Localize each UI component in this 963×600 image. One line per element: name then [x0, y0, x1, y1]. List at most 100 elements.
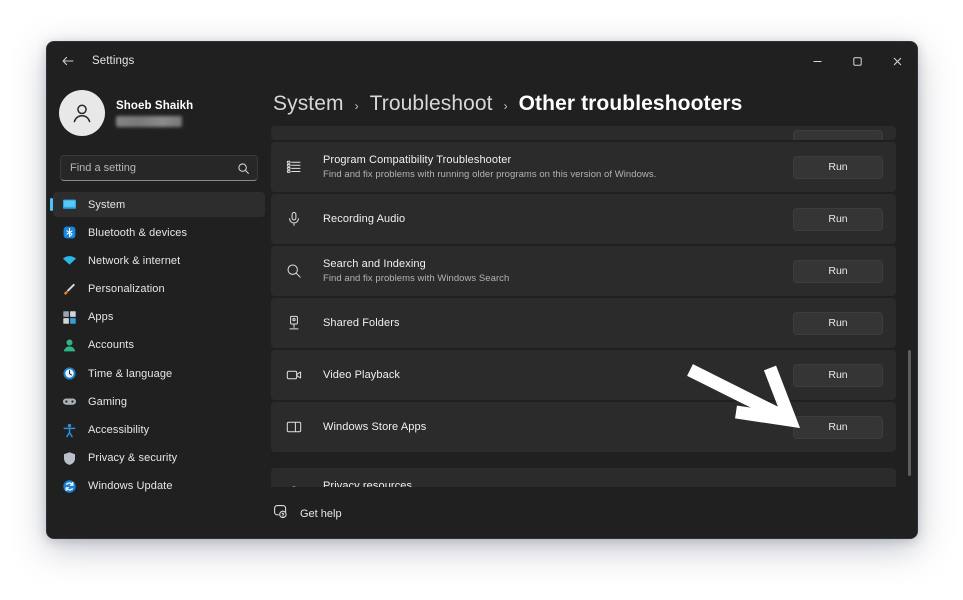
window-title: Settings — [92, 55, 135, 67]
table-row[interactable]: Shared Folders Run — [271, 298, 896, 348]
sidebar: Shoeb Shaikh System — [47, 80, 271, 538]
table-row[interactable]: Windows Store Apps Run — [271, 402, 896, 452]
minimize-icon[interactable] — [797, 43, 837, 80]
monitor-icon — [61, 197, 77, 213]
list-item-partial[interactable] — [271, 126, 896, 140]
settings-window: Settings Shoeb Shaikh Find a setting Sys… — [46, 41, 918, 539]
shield-icon — [285, 485, 302, 487]
row-text: Shared Folders — [323, 317, 793, 329]
sidebar-item-personalization[interactable]: Personalization — [53, 277, 265, 302]
sidebar-item-label: Gaming — [88, 395, 128, 408]
row-subtitle: Find and fix problems with running older… — [323, 169, 657, 180]
scrollbar[interactable] — [908, 126, 911, 487]
partial-row-icon — [285, 126, 302, 140]
maximize-icon[interactable] — [837, 43, 877, 80]
table-row[interactable]: Program Compatibility Troubleshooter Fin… — [271, 142, 896, 192]
sidebar-item-windows-update[interactable]: Windows Update — [53, 474, 265, 499]
row-title: Program Compatibility Troubleshooter — [323, 154, 512, 166]
run-button[interactable]: Run — [793, 311, 883, 335]
table-row[interactable]: Search and Indexing Find and fix problem… — [271, 246, 896, 296]
sidebar-item-gaming[interactable]: Gaming — [53, 389, 265, 414]
chevron-right-icon: › — [503, 99, 508, 113]
scrollbar-thumb[interactable] — [908, 349, 911, 477]
sidebar-item-network-internet[interactable]: Network & internet — [53, 248, 265, 273]
get-help-label: Get help — [300, 508, 342, 520]
sidebar-item-privacy-security[interactable]: Privacy & security — [53, 446, 265, 471]
row-text: Recording Audio — [323, 213, 793, 225]
run-button[interactable]: Run — [793, 259, 883, 283]
help-icon — [273, 504, 288, 524]
sidebar-item-label: System — [88, 198, 126, 211]
sidebar-item-label: Bluetooth & devices — [88, 226, 188, 239]
sidebar-item-accessibility[interactable]: Accessibility — [53, 418, 265, 443]
sidebar-item-time-language[interactable]: Time & language — [53, 361, 265, 386]
row-subtitle: Find and fix problems with Windows Searc… — [323, 273, 510, 284]
person-icon — [61, 337, 77, 353]
sidebar-nav: System Bluetooth & devices Network & int… — [47, 192, 271, 502]
clock-icon — [61, 366, 77, 382]
video-camera-icon — [285, 367, 302, 384]
row-title: Windows Store Apps — [323, 421, 427, 433]
row-title: Shared Folders — [323, 317, 400, 329]
breadcrumb: System › Troubleshoot › Other troublesho… — [271, 80, 917, 126]
close-icon[interactable] — [877, 43, 917, 80]
sidebar-item-apps[interactable]: Apps — [53, 305, 265, 330]
back-button[interactable] — [54, 47, 82, 75]
profile-text: Shoeb Shaikh — [116, 100, 193, 127]
row-title: Search and Indexing — [323, 258, 426, 270]
window-body: Shoeb Shaikh System — [47, 80, 917, 538]
paintbrush-icon — [61, 281, 77, 297]
avatar — [59, 90, 105, 136]
magnifier-icon — [285, 263, 302, 280]
wifi-icon — [61, 253, 77, 269]
sidebar-item-label: Apps — [88, 311, 114, 324]
table-row[interactable]: Video Playback Run — [271, 350, 896, 400]
run-button[interactable]: Run — [793, 415, 883, 439]
sidebar-item-label: Personalization — [88, 283, 165, 296]
sidebar-item-bluetooth-devices[interactable]: Bluetooth & devices — [53, 220, 265, 245]
sidebar-item-label: Accounts — [88, 339, 135, 352]
bluetooth-icon — [61, 225, 77, 241]
gamepad-icon — [61, 394, 77, 410]
row-text: Program Compatibility Troubleshooter Fin… — [323, 154, 793, 180]
chevron-right-icon: › — [354, 99, 359, 113]
sidebar-item-system[interactable]: System — [50, 192, 265, 217]
search-icon — [237, 162, 250, 175]
apps-icon — [61, 309, 77, 325]
sidebar-item-label: Network & internet — [88, 254, 181, 267]
user-profile[interactable]: Shoeb Shaikh — [59, 84, 271, 142]
row-text: Search and Indexing Find and fix problem… — [323, 258, 793, 284]
run-button[interactable]: Run — [793, 363, 883, 387]
title-bar: Settings — [47, 42, 917, 80]
sidebar-item-label: Windows Update — [88, 480, 173, 493]
get-help-link[interactable]: Get help — [271, 487, 917, 538]
privacy-resources-row[interactable]: Privacy resources About these settings a… — [271, 468, 896, 487]
sidebar-item-label: Accessibility — [88, 424, 150, 436]
row-text: Privacy resources About these settings a… — [323, 480, 883, 487]
breadcrumb-troubleshoot[interactable]: Troubleshoot — [370, 92, 493, 116]
compatibility-list-icon — [285, 159, 302, 176]
search-box[interactable] — [60, 155, 258, 181]
sidebar-item-accounts[interactable]: Accounts — [53, 333, 265, 358]
search-input[interactable] — [70, 162, 237, 174]
store-app-icon — [285, 419, 302, 436]
breadcrumb-other-troubleshooters: Other troubleshooters — [518, 92, 743, 115]
row-text: Windows Store Apps — [323, 421, 793, 433]
row-text: Video Playback — [323, 369, 793, 381]
row-title: Privacy resources — [323, 480, 413, 487]
accessibility-icon — [61, 422, 77, 438]
breadcrumb-system[interactable]: System — [273, 92, 344, 116]
microphone-icon — [285, 211, 302, 228]
update-icon — [61, 478, 77, 494]
sidebar-item-label: Privacy & security — [88, 452, 178, 465]
shared-folder-icon — [285, 315, 302, 332]
profile-name: Shoeb Shaikh — [116, 99, 194, 112]
troubleshooter-scroll-area[interactable]: Program Compatibility Troubleshooter Fin… — [271, 126, 917, 487]
run-button[interactable]: Run — [793, 207, 883, 231]
run-button-partial[interactable] — [793, 130, 883, 140]
row-title: Recording Audio — [323, 213, 406, 225]
shield-icon — [61, 450, 77, 466]
run-button[interactable]: Run — [793, 155, 883, 179]
table-row[interactable]: Recording Audio Run — [271, 194, 896, 244]
main-pane: System › Troubleshoot › Other troublesho… — [271, 80, 917, 538]
